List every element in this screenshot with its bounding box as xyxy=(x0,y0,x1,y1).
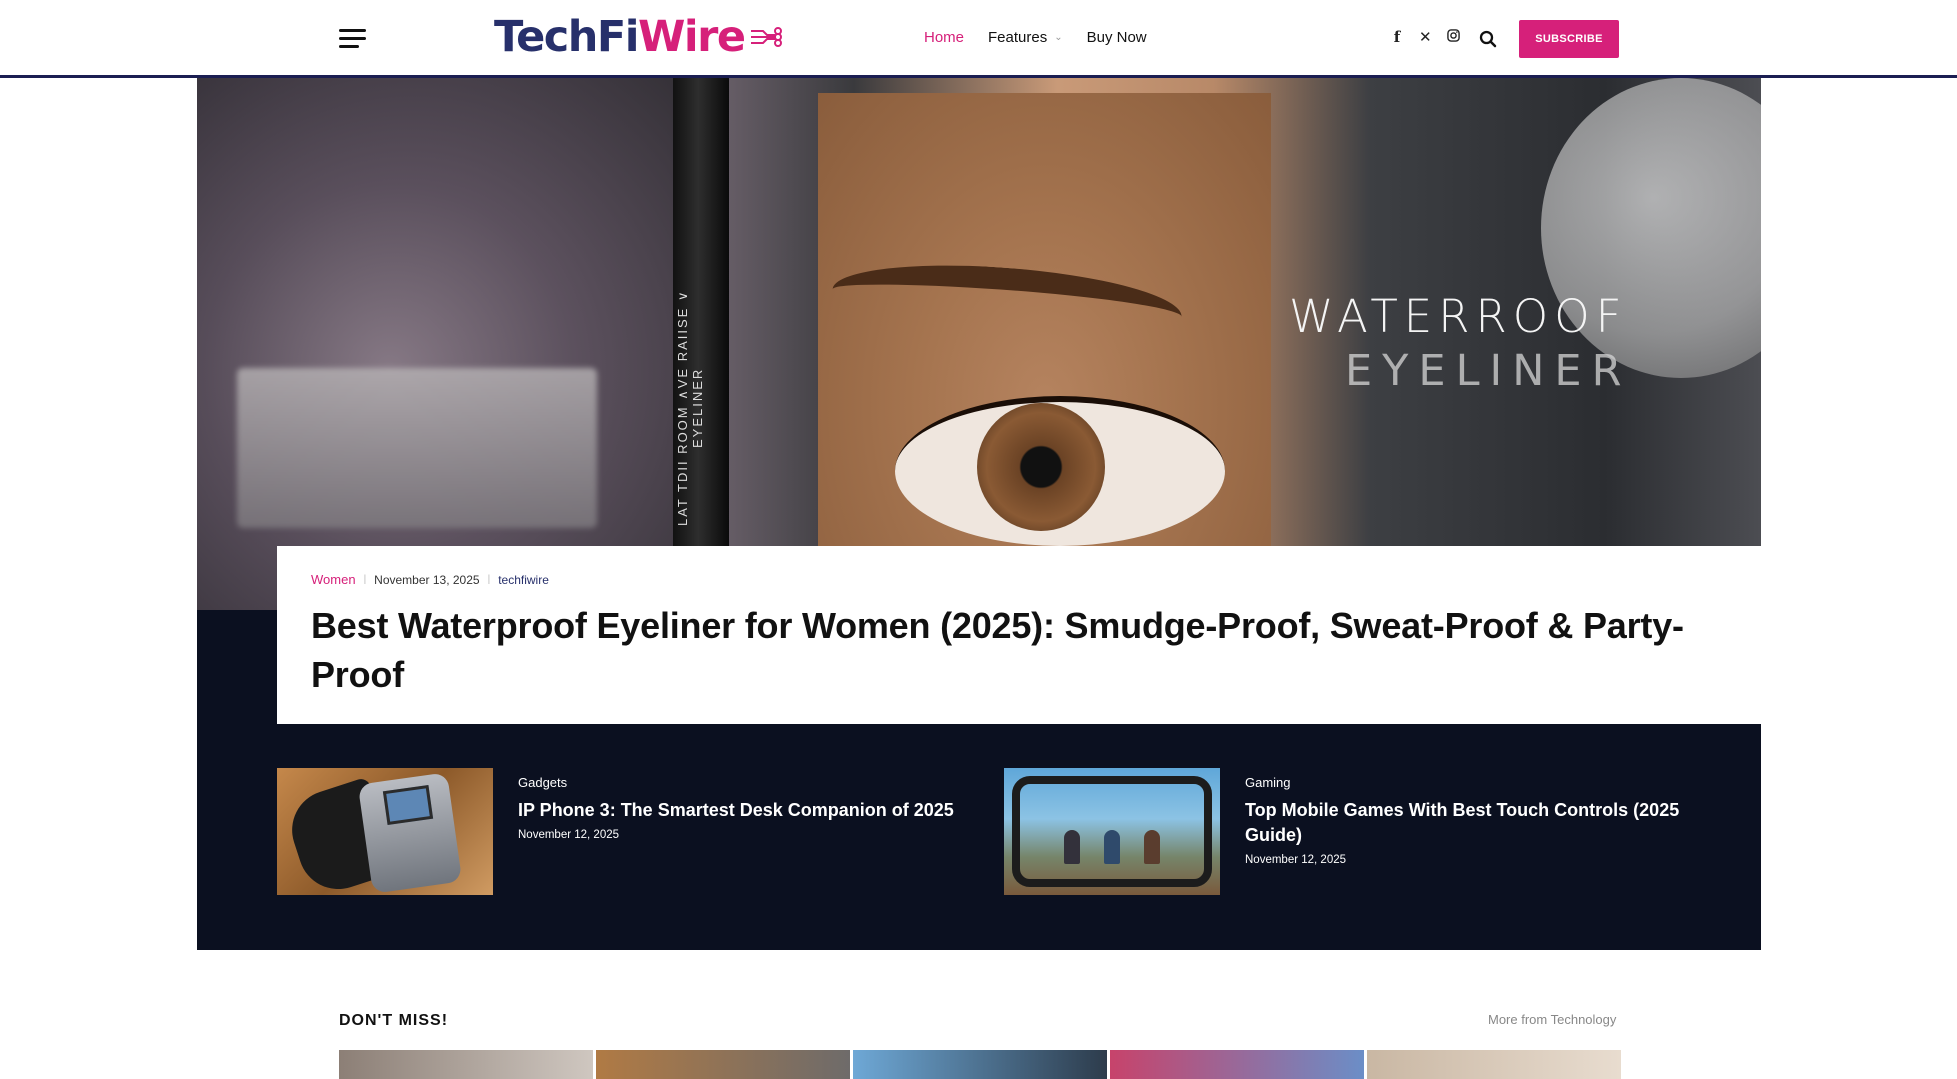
chevron-down-icon: ⌄ xyxy=(1054,32,1063,43)
post-category[interactable]: Gaming xyxy=(1245,775,1700,790)
post-title[interactable]: IP Phone 3: The Smartest Desk Companion … xyxy=(518,798,973,823)
nav-home-label: Home xyxy=(924,29,965,46)
post-thumbnail[interactable] xyxy=(277,768,493,895)
hero-image-desk xyxy=(237,368,597,528)
game-character xyxy=(1104,830,1120,864)
logo-text-part2: Wire xyxy=(638,12,746,62)
x-icon[interactable]: ✕ xyxy=(1419,28,1432,46)
post-date: November 12, 2025 xyxy=(518,829,620,841)
post-category[interactable]: Women xyxy=(311,572,356,587)
nav-buy-now-label: Buy Now xyxy=(1086,29,1147,46)
sub-post-text: Gaming Top Mobile Games With Best Touch … xyxy=(1245,768,1700,895)
nav-features-label: Features xyxy=(988,29,1048,46)
post-author[interactable]: techfiwire xyxy=(498,573,549,587)
post-thumbnail[interactable] xyxy=(1110,1050,1364,1079)
main-nav: Home Features ⌄ Buy Now xyxy=(924,29,1171,46)
sub-post: Gadgets IP Phone 3: The Smartest Desk Co… xyxy=(277,768,973,895)
meta-separator: | xyxy=(487,574,491,585)
post-thumbnail[interactable] xyxy=(339,1050,593,1079)
section-heading: DON'T MISS! xyxy=(339,1012,449,1029)
sub-post: Gaming Top Mobile Games With Best Touch … xyxy=(1004,768,1700,895)
menu-icon[interactable] xyxy=(339,29,366,48)
game-character xyxy=(1064,830,1080,864)
nav-features[interactable]: Features ⌄ xyxy=(988,29,1063,46)
post-meta: Women | November 13, 2025 | techfiwire xyxy=(311,572,1727,587)
phone-screen xyxy=(382,784,434,826)
meta-separator: | xyxy=(363,574,367,585)
circuit-icon xyxy=(750,27,782,47)
subscribe-button[interactable]: SUBSCRIBE xyxy=(1519,20,1619,58)
post-thumbnail[interactable] xyxy=(853,1050,1107,1079)
nav-home[interactable]: Home xyxy=(924,29,964,46)
hero-image[interactable]: LAT TDII ROOM ∧VE RAIISE ∨ EYELINER WATE… xyxy=(197,78,1761,610)
post-date: November 13, 2025 xyxy=(374,572,480,587)
sub-post-text: Gadgets IP Phone 3: The Smartest Desk Co… xyxy=(518,768,973,895)
logo-text-part1: TechFi xyxy=(494,12,640,62)
hero-image-background xyxy=(197,78,677,610)
nav-buy-now[interactable]: Buy Now xyxy=(1087,29,1147,46)
post-category[interactable]: Gadgets xyxy=(518,775,973,790)
instagram-icon[interactable] xyxy=(1447,28,1460,46)
iris xyxy=(977,403,1105,531)
game-character xyxy=(1144,830,1160,864)
post-title[interactable]: Top Mobile Games With Best Touch Control… xyxy=(1245,798,1700,848)
featured-post-card: Women | November 13, 2025 | techfiwire B… xyxy=(277,546,1761,724)
post-thumbnail[interactable] xyxy=(1004,768,1220,895)
hero-image-subtitle: EYELINER xyxy=(1345,346,1632,396)
site-header: TechFi Wire Home Features ⌄ Buy Now f ✕ SU… xyxy=(0,0,1957,78)
hero-image-title: WATERROOF xyxy=(1289,290,1628,343)
more-link[interactable]: More from Technology xyxy=(1488,1012,1616,1027)
post-thumbnail[interactable] xyxy=(596,1050,850,1079)
social-links: f ✕ xyxy=(1391,28,1460,46)
post-thumbnail[interactable] xyxy=(1367,1050,1621,1079)
post-date: November 12, 2025 xyxy=(1245,854,1347,866)
facebook-icon[interactable]: f xyxy=(1391,28,1403,46)
search-icon[interactable] xyxy=(1479,30,1497,48)
featured-post-title[interactable]: Best Waterproof Eyeliner for Women (2025… xyxy=(311,601,1727,699)
site-logo[interactable]: TechFi Wire xyxy=(494,12,783,62)
dont-miss-thumbnails xyxy=(339,1050,1621,1079)
pencil-label: LAT TDII ROOM ∧VE RAIISE ∨ EYELINER xyxy=(675,289,705,527)
